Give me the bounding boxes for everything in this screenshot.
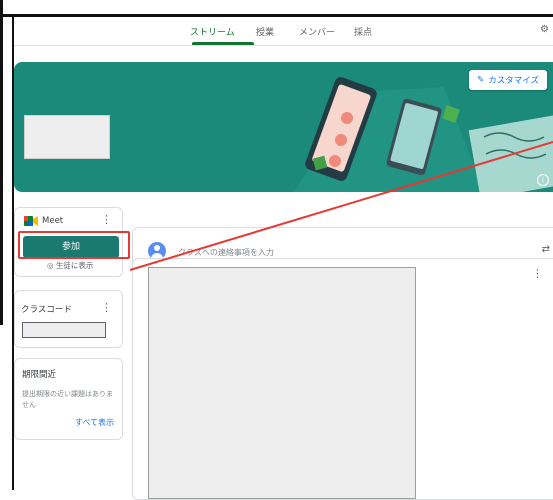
tab-classwork[interactable]: 授業 [256, 25, 274, 38]
tab-stream[interactable]: ストリーム [190, 25, 235, 38]
meet-title: Meet [42, 216, 64, 226]
class-name-placeholder [24, 115, 110, 159]
upcoming-title: 期限間近 [22, 370, 57, 380]
post-options-icon[interactable]: ⋮ [532, 267, 543, 280]
repost-icon[interactable]: ⇄ [542, 244, 550, 255]
meet-logo-icon [24, 216, 38, 226]
class-banner: ✎ カスタマイズ i [14, 62, 553, 192]
settings-icon[interactable]: ⚙ [540, 24, 549, 35]
class-tabs-bar: ストリーム 授業 メンバー 採点 ⚙ [14, 17, 553, 46]
tab-people[interactable]: メンバー [299, 25, 335, 38]
upcoming-card: 期限間近 提出期限の近い課題はありません すべて表示 [14, 358, 123, 440]
frame-top-border [0, 0, 553, 17]
stream-content-placeholder [148, 267, 416, 499]
class-code-value-placeholder [22, 322, 106, 338]
pencil-icon: ✎ [477, 75, 485, 85]
announcement-placeholder: クラスへの連絡事項を入力 [178, 248, 274, 257]
show-to-students[interactable]: ◎ 生徒に表示 [47, 260, 93, 271]
show-to-students-label: 生徒に表示 [55, 261, 94, 270]
upcoming-text: 提出期限の近い課題はありません [22, 390, 113, 409]
customize-label: カスタマイズ [488, 76, 539, 86]
more-options-icon[interactable]: ⋮ [101, 214, 112, 225]
tab-grades[interactable]: 採点 [354, 25, 372, 38]
class-code-card: クラスコード ⋮ [14, 290, 123, 348]
customize-button[interactable]: ✎ カスタマイズ [469, 70, 547, 90]
eye-icon: ◎ [47, 261, 54, 270]
info-icon[interactable]: i [537, 174, 549, 186]
class-code-options-icon[interactable]: ⋮ [101, 302, 112, 313]
view-all-link[interactable]: すべて表示 [75, 417, 114, 428]
frame-left-border [0, 0, 3, 325]
class-code-title: クラスコード [21, 305, 72, 315]
active-tab-indicator [192, 42, 254, 45]
join-highlight-box [18, 231, 130, 259]
stream-post-card: ⋮ [132, 258, 553, 500]
